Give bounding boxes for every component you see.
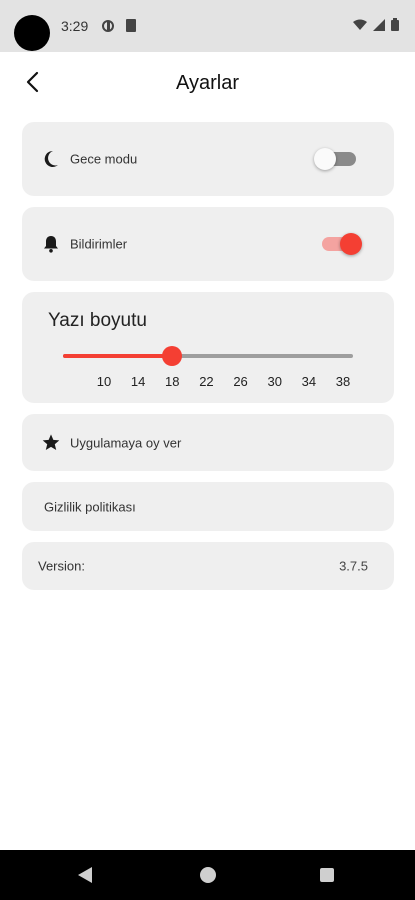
data-saver-icon — [102, 20, 114, 32]
app-header: Ayarlar — [0, 52, 415, 114]
notifications-label: Bildirimler — [70, 236, 128, 252]
privacy-policy-label: Gizlilik politikası — [44, 499, 136, 514]
version-label: Version: — [38, 558, 85, 574]
status-bar: 3:29 — [0, 0, 415, 52]
version-value: 3.7.5 — [339, 558, 368, 574]
font-size-tick: 34 — [301, 374, 317, 389]
rate-app-label: Uygulamaya oy ver — [70, 435, 182, 450]
font-size-slider[interactable] — [63, 346, 353, 366]
version-row: Version: 3.7.5 — [22, 542, 394, 590]
nav-home-icon[interactable] — [200, 867, 216, 883]
signal-icon — [373, 18, 385, 31]
bell-icon — [42, 235, 60, 253]
toggle-thumb — [314, 148, 336, 170]
privacy-policy-row[interactable]: Gizlilik politikası — [22, 482, 394, 531]
font-size-card: Yazı boyutu 10 14 18 22 26 30 34 38 — [22, 292, 394, 403]
system-nav-bar — [0, 850, 415, 900]
font-size-ticks: 10 14 18 22 26 30 34 38 — [63, 374, 353, 390]
slider-thumb[interactable] — [162, 346, 183, 366]
camera-cutout — [14, 15, 50, 51]
moon-icon — [42, 150, 60, 168]
night-mode-label: Gece modu — [70, 151, 138, 167]
sim-card-icon — [126, 19, 136, 32]
rate-app-row[interactable]: Uygulamaya oy ver — [22, 414, 394, 471]
font-size-tick: 38 — [335, 374, 351, 389]
slider-fill — [63, 354, 173, 358]
font-size-tick: 14 — [130, 374, 146, 389]
status-indicators — [353, 18, 399, 31]
nav-back-icon[interactable] — [78, 867, 92, 883]
notifications-toggle[interactable] — [320, 232, 362, 256]
wifi-icon — [353, 19, 367, 30]
night-mode-row[interactable]: Gece modu — [22, 122, 394, 196]
page-title: Ayarlar — [176, 72, 239, 94]
font-size-tick: 18 — [165, 374, 180, 389]
night-mode-toggle[interactable] — [314, 147, 358, 171]
font-size-tick: 22 — [199, 374, 214, 389]
font-size-tick: 10 — [96, 374, 112, 389]
battery-icon — [391, 18, 399, 31]
toggle-thumb — [340, 233, 362, 255]
notifications-row[interactable]: Bildirimler — [22, 207, 394, 281]
font-size-tick: 30 — [267, 374, 282, 389]
font-size-title: Yazı boyutu — [48, 310, 147, 331]
status-time: 3:29 — [61, 18, 89, 34]
font-size-tick: 26 — [233, 374, 248, 389]
nav-recents-icon[interactable] — [320, 868, 334, 882]
star-icon — [42, 434, 60, 452]
